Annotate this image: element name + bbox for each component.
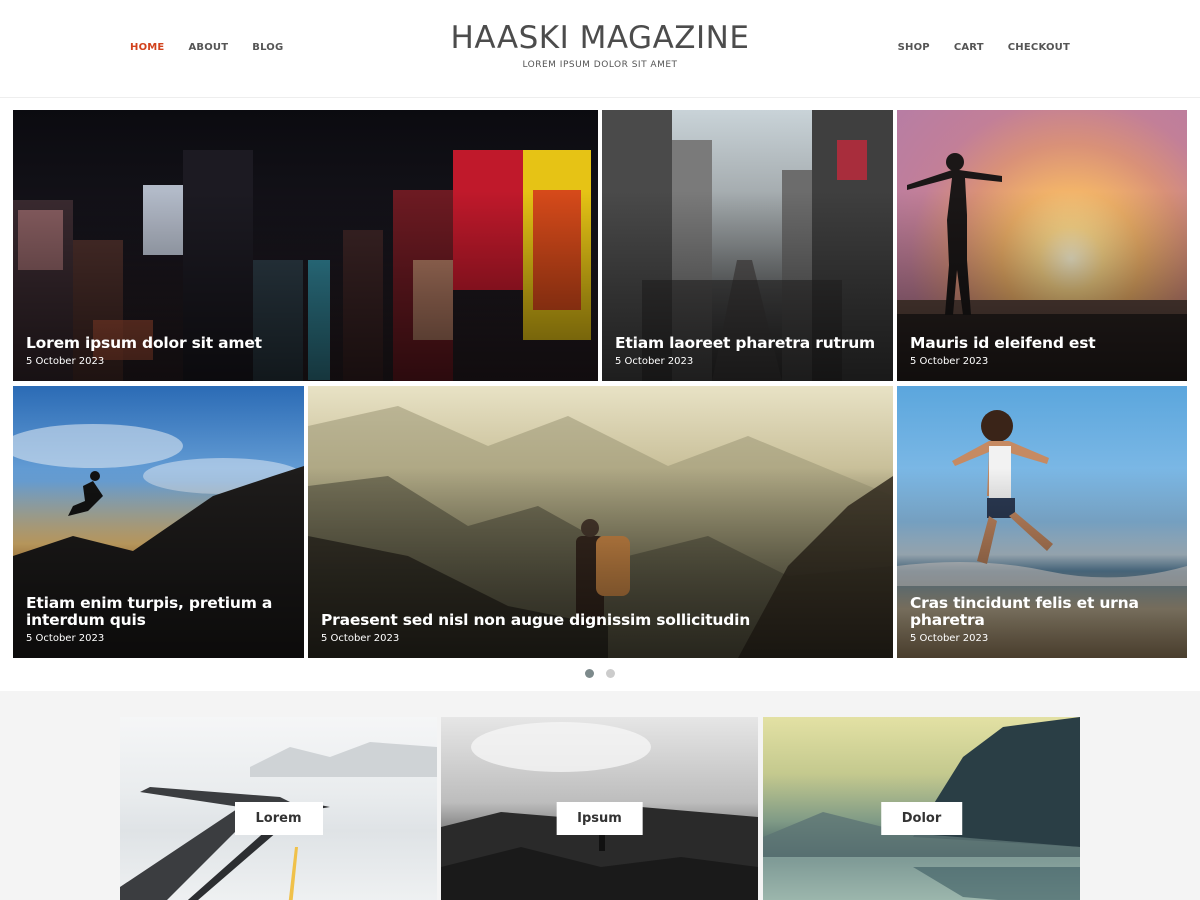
post-caption: Cras tincidunt felis et urna pharetra 5 … <box>910 595 1174 645</box>
featured-post-card[interactable]: Praesent sed nisl non augue dignissim so… <box>308 386 893 658</box>
post-caption: Lorem ipsum dolor sit amet 5 October 202… <box>26 335 585 368</box>
featured-post-card[interactable]: Lorem ipsum dolor sit amet 5 October 202… <box>13 110 598 381</box>
category-label[interactable]: Lorem <box>234 802 323 835</box>
category-card-lorem[interactable]: Lorem <box>120 717 437 900</box>
post-title[interactable]: Lorem ipsum dolor sit amet <box>26 335 585 352</box>
site-tagline: LOREM IPSUM DOLOR SIT AMET <box>522 60 678 70</box>
category-section: Lorem Ipsum Dolor <box>0 691 1200 900</box>
post-date: 5 October 2023 <box>321 633 400 644</box>
featured-post-card[interactable]: Cras tincidunt felis et urna pharetra 5 … <box>897 386 1187 658</box>
post-date: 5 October 2023 <box>26 356 105 367</box>
post-title[interactable]: Etiam enim turpis, pretium a interdum qu… <box>26 595 291 629</box>
post-title[interactable]: Cras tincidunt felis et urna pharetra <box>910 595 1174 629</box>
post-title[interactable]: Etiam laoreet pharetra rutrum <box>615 335 880 352</box>
slider-dot-1[interactable] <box>585 669 594 678</box>
category-card-dolor[interactable]: Dolor <box>763 717 1080 900</box>
nav-shop-link[interactable]: SHOP <box>898 42 930 53</box>
nav-cart-link[interactable]: CART <box>954 42 984 53</box>
slider-dot-2[interactable] <box>606 669 615 678</box>
post-date: 5 October 2023 <box>26 633 105 644</box>
post-caption: Praesent sed nisl non augue dignissim so… <box>321 612 880 645</box>
primary-nav-right: SHOP CART CHECKOUT <box>898 42 1070 53</box>
site-header: HOME ABOUT BLOG HAASKI MAGAZINE LOREM IP… <box>0 0 1200 98</box>
category-label[interactable]: Dolor <box>880 802 963 835</box>
category-label[interactable]: Ipsum <box>556 802 643 835</box>
featured-post-card[interactable]: Mauris id eleifend est 5 October 2023 <box>897 110 1187 381</box>
nav-checkout-link[interactable]: CHECKOUT <box>1008 42 1070 53</box>
post-date: 5 October 2023 <box>910 356 989 367</box>
slider-pagination <box>0 669 1200 678</box>
featured-post-card[interactable]: Etiam laoreet pharetra rutrum 5 October … <box>602 110 893 381</box>
post-caption: Etiam enim turpis, pretium a interdum qu… <box>26 595 291 645</box>
post-date: 5 October 2023 <box>910 633 989 644</box>
post-title[interactable]: Praesent sed nisl non augue dignissim so… <box>321 612 880 629</box>
featured-posts-slider: Lorem ipsum dolor sit amet 5 October 202… <box>13 110 1187 658</box>
post-title[interactable]: Mauris id eleifend est <box>910 335 1174 352</box>
post-caption: Mauris id eleifend est 5 October 2023 <box>910 335 1174 368</box>
post-caption: Etiam laoreet pharetra rutrum 5 October … <box>615 335 880 368</box>
category-card-ipsum[interactable]: Ipsum <box>441 717 758 900</box>
post-date: 5 October 2023 <box>615 356 694 367</box>
featured-post-card[interactable]: Etiam enim turpis, pretium a interdum qu… <box>13 386 304 658</box>
